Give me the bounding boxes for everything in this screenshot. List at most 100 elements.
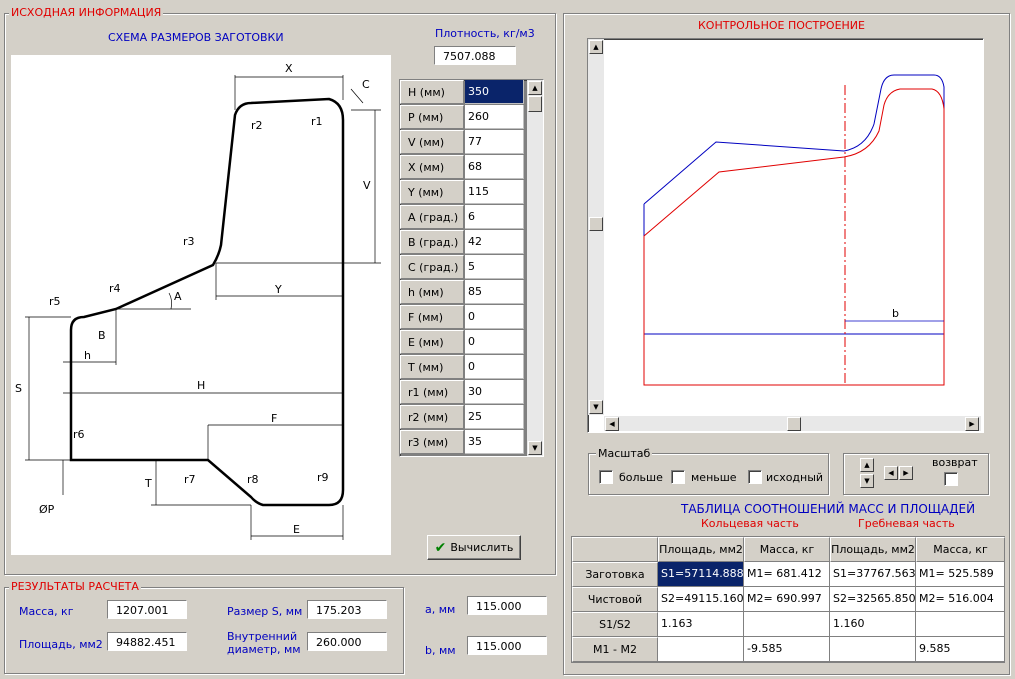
- param-name: h (мм): [400, 280, 464, 304]
- nav-down-button[interactable]: ▼: [860, 474, 874, 488]
- param-row[interactable]: X (мм) 68: [400, 155, 526, 180]
- table-cell[interactable]: S1=37767.563: [830, 562, 916, 587]
- table-cell[interactable]: [658, 637, 744, 662]
- param-row[interactable]: B (град.) 42: [400, 230, 526, 255]
- a-value[interactable]: 115.000: [467, 596, 547, 615]
- param-value[interactable]: 25: [465, 405, 524, 429]
- table-cell[interactable]: [916, 612, 1005, 637]
- radius-r1-label: r1: [311, 115, 323, 128]
- scale-smaller-checkbox[interactable]: [671, 470, 685, 484]
- nav-right-button[interactable]: ▶: [899, 466, 913, 480]
- table-cell[interactable]: S2=49115.160: [658, 587, 744, 612]
- table-cell[interactable]: 1.163: [658, 612, 744, 637]
- param-value[interactable]: 6: [465, 205, 524, 229]
- ratio-table[interactable]: Площадь, мм2 Масса, кг Площадь, мм2 Масса, …: [571, 536, 1005, 663]
- size-s-value[interactable]: 175.203: [307, 600, 387, 619]
- preview-scroll-left-button[interactable]: ◀: [605, 417, 619, 431]
- area-value[interactable]: 94882.451: [107, 632, 187, 651]
- table-cell[interactable]: M1= 525.589: [916, 562, 1005, 587]
- param-row[interactable]: A (град.) 6: [400, 205, 526, 230]
- param-name: F (мм): [400, 305, 464, 329]
- param-row[interactable]: h (мм) 85: [400, 280, 526, 305]
- table-row-header: M1 - M2: [572, 637, 658, 662]
- nav-up-button[interactable]: ▲: [860, 458, 874, 472]
- param-value[interactable]: 0: [465, 305, 524, 329]
- param-row[interactable]: H (мм) 350: [400, 80, 526, 105]
- param-value[interactable]: 42: [465, 230, 524, 254]
- param-name: V (мм): [400, 130, 464, 154]
- param-value[interactable]: 350: [465, 80, 524, 104]
- scroll-up-button[interactable]: ▲: [528, 81, 542, 95]
- preview-scroll-down-button[interactable]: ▼: [589, 400, 603, 414]
- scale-bigger-checkbox[interactable]: [599, 470, 613, 484]
- table-cell[interactable]: S1=57114.888: [658, 562, 744, 587]
- params-grid[interactable]: H (мм) 350 P (мм) 260 V (мм) 77 X (мм) 68 Y (мм)…: [399, 79, 544, 457]
- table-cell[interactable]: -9.585: [744, 637, 830, 662]
- dim-e-label: E: [293, 523, 300, 536]
- table-cell[interactable]: 1.160: [830, 612, 916, 637]
- calculate-button[interactable]: ✔ Вычислить: [427, 535, 521, 560]
- table-cell[interactable]: [744, 612, 830, 637]
- area-label: Площадь, мм2: [19, 638, 103, 651]
- ring-part-label: Кольцевая часть: [701, 517, 799, 530]
- param-value[interactable]: 85: [465, 280, 524, 304]
- table-header-cell: Масса, кг: [916, 537, 1005, 562]
- b-value[interactable]: 115.000: [467, 636, 547, 655]
- scroll-down-button[interactable]: ▼: [528, 441, 542, 455]
- table-cell[interactable]: 9.585: [916, 637, 1005, 662]
- table-cell[interactable]: M2= 690.997: [744, 587, 830, 612]
- param-row[interactable]: F (мм) 0: [400, 305, 526, 330]
- param-name: P (мм): [400, 105, 464, 129]
- density-input[interactable]: 7507.088: [434, 46, 516, 65]
- radius-r8-label: r8: [247, 473, 259, 486]
- dim-h-label: H: [197, 379, 205, 392]
- preview-hscroll-thumb[interactable]: [787, 417, 801, 431]
- results-group-title: РЕЗУЛЬТАТЫ РАСЧЕТА: [9, 580, 141, 593]
- param-value[interactable]: 77: [465, 130, 524, 154]
- scroll-thumb[interactable]: [528, 96, 542, 112]
- table-cell[interactable]: M1= 681.412: [744, 562, 830, 587]
- param-value[interactable]: 115: [465, 180, 524, 204]
- preview-scroll-up-button[interactable]: ▲: [589, 40, 603, 54]
- param-value[interactable]: 260: [465, 105, 524, 129]
- preview-scroll-right-button[interactable]: ▶: [965, 417, 979, 431]
- preview-hscrollbar[interactable]: ◀ ▶: [604, 416, 981, 431]
- param-value[interactable]: 0: [465, 355, 524, 379]
- inner-diameter-value[interactable]: 260.000: [307, 632, 387, 651]
- radius-r3-label: r3: [183, 235, 195, 248]
- table-row-header: Заготовка: [572, 562, 658, 587]
- return-checkbox[interactable]: [944, 472, 958, 486]
- calculate-button-label: Вычислить: [450, 541, 514, 554]
- param-row[interactable]: E (мм) 0: [400, 330, 526, 355]
- scale-smaller-label: меньше: [691, 471, 737, 484]
- param-row[interactable]: P (мм) 260: [400, 105, 526, 130]
- param-name: A (град.): [400, 205, 464, 229]
- preview-vscrollbar[interactable]: ▲ ▼: [588, 39, 604, 415]
- param-row[interactable]: Y (мм) 115: [400, 180, 526, 205]
- mass-value[interactable]: 1207.001: [107, 600, 187, 619]
- nav-left-button[interactable]: ◀: [884, 466, 898, 480]
- param-row[interactable]: T (мм) 0: [400, 355, 526, 380]
- table-header-cell: Площадь, мм2: [658, 537, 744, 562]
- param-value[interactable]: 30: [465, 380, 524, 404]
- param-row[interactable]: r2 (мм) 25: [400, 405, 526, 430]
- table-cell[interactable]: [830, 637, 916, 662]
- dim-x-label: X: [285, 62, 293, 75]
- param-value[interactable]: 0: [465, 330, 524, 354]
- dim-p-label: ØP: [39, 503, 55, 516]
- table-cell[interactable]: M2= 516.004: [916, 587, 1005, 612]
- params-scrollbar[interactable]: ▲ ▼: [527, 80, 543, 456]
- table-cell[interactable]: S2=32565.850: [830, 587, 916, 612]
- preview-vscroll-thumb[interactable]: [589, 217, 603, 231]
- param-row[interactable]: r3 (мм) 35: [400, 430, 526, 455]
- scale-original-checkbox[interactable]: [748, 470, 762, 484]
- preview-b-label: b: [892, 307, 899, 320]
- b-label: b, мм: [425, 644, 456, 657]
- param-row[interactable]: r1 (мм) 30: [400, 380, 526, 405]
- param-value[interactable]: 5: [465, 255, 524, 279]
- radius-r9-label: r9: [317, 471, 329, 484]
- param-value[interactable]: 35: [465, 430, 524, 454]
- param-row[interactable]: V (мм) 77: [400, 130, 526, 155]
- param-value[interactable]: 68: [465, 155, 524, 179]
- param-row[interactable]: C (град.) 5: [400, 255, 526, 280]
